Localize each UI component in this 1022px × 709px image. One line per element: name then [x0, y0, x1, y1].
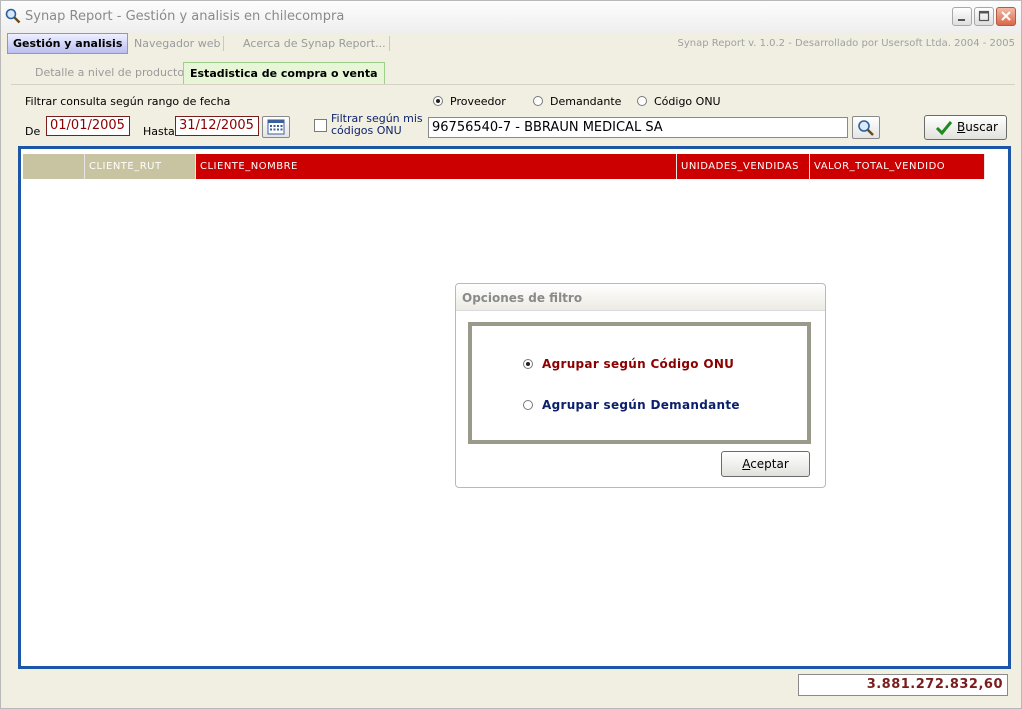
grouping-options-group: Agrupar según Código ONU Agrupar según D… [468, 322, 811, 444]
menu-tab-navegador[interactable]: Navegador web [134, 34, 220, 53]
close-icon [1001, 11, 1011, 21]
minimize-button[interactable] [952, 7, 972, 26]
tab-estadistica[interactable]: Estadistica de compra o venta [183, 62, 385, 84]
filter-options-dialog: Opciones de filtro Agrupar según Código … [455, 283, 826, 488]
calendar-icon [267, 119, 285, 135]
radio-agrupar-demandante[interactable] [523, 400, 533, 410]
window-title: Synap Report - Gestión y analisis en chi… [25, 9, 345, 24]
version-text: Synap Report v. 1.0.2 - Desarrollado por… [677, 38, 1015, 49]
column-header-row-selector[interactable] [23, 154, 85, 179]
option-agrupar-demandante-label: Agrupar según Demandante [542, 398, 740, 412]
maximize-icon [978, 10, 990, 22]
radio-proveedor[interactable] [433, 96, 443, 106]
magnifier-app-icon [5, 8, 21, 24]
date-range-label: Filtrar consulta según rango de fecha [25, 95, 231, 108]
total-value: 3.881.272.832,60 [798, 674, 1008, 696]
checkmark-icon [935, 121, 953, 136]
sub-tab-bar: Detalle a nivel de producto Estadistica … [11, 62, 1015, 85]
dialog-title-bar: Opciones de filtro [456, 284, 825, 311]
to-date-field[interactable]: 31/12/2005 [175, 116, 259, 136]
menu-tab-gestion[interactable]: Gestión y analisis [7, 33, 129, 54]
from-label: De [25, 125, 41, 138]
onu-filter-checkbox[interactable] [314, 119, 327, 132]
column-header-unidades-vendidas[interactable]: UNIDADES_VENDIDAS [677, 154, 810, 179]
maximize-button[interactable] [974, 7, 994, 26]
minimize-icon [958, 19, 965, 21]
dialog-title: Opciones de filtro [462, 291, 583, 305]
close-button[interactable] [996, 7, 1016, 26]
buscar-button-label: Buscar [957, 120, 998, 134]
option-agrupar-codigo-onu-label: Agrupar según Código ONU [542, 357, 735, 371]
aceptar-button[interactable]: Aceptar [721, 451, 810, 477]
buscar-button[interactable]: Buscar [924, 115, 1007, 140]
column-header-cliente-rut[interactable]: CLIENTE_RUT [85, 154, 196, 179]
provider-field[interactable]: 96756540-7 - BBRAUN MEDICAL SA [428, 117, 848, 138]
radio-codigo-onu-label: Código ONU [654, 95, 721, 108]
column-header-cliente-nombre[interactable]: CLIENTE_NOMBRE [196, 154, 677, 179]
calendar-button[interactable] [262, 116, 290, 138]
menu-separator [223, 36, 224, 51]
menu-separator [389, 36, 390, 51]
provider-search-button[interactable] [852, 116, 880, 139]
menu-tab-acerca[interactable]: Acerca de Synap Report... [243, 34, 386, 53]
menu-bar: Gestión y analisis Navegador web Acerca … [1, 33, 1021, 55]
column-header-valor-total-vendido[interactable]: VALOR_TOTAL_VENDIDO [810, 154, 985, 179]
radio-demandante[interactable] [533, 96, 543, 106]
title-bar: Synap Report - Gestión y analisis en chi… [1, 1, 1021, 34]
from-date-field[interactable]: 01/01/2005 [46, 116, 130, 136]
tab-detalle-producto[interactable]: Detalle a nivel de producto [35, 62, 184, 83]
to-label: Hasta [143, 125, 175, 138]
search-icon [858, 120, 874, 136]
radio-agrupar-codigo-onu[interactable] [523, 359, 533, 369]
radio-codigo-onu[interactable] [637, 96, 647, 106]
radio-proveedor-label: Proveedor [450, 95, 506, 108]
radio-demandante-label: Demandante [550, 95, 622, 108]
main-window: Synap Report - Gestión y analisis en chi… [0, 0, 1022, 709]
onu-filter-label-2: códigos ONU [331, 124, 402, 137]
